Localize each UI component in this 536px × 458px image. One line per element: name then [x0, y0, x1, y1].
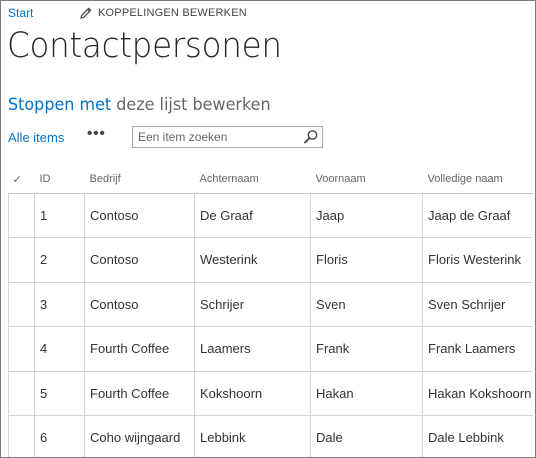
cell-full-name: Floris Westerink — [422, 237, 533, 283]
cell-last-name: Westerink — [194, 237, 311, 283]
page-frame: Start KOPPELINGEN BEWERKEN Contactperson… — [0, 0, 536, 458]
column-header-id[interactable]: ID — [34, 166, 85, 194]
cell-company: Contoso — [84, 237, 195, 283]
row-select-cell[interactable] — [8, 326, 35, 372]
table-row[interactable]: 6 Coho wijngaard Lebbink Dale Dale Lebbi… — [8, 415, 533, 457]
contacts-list-table: ✓ ID Bedrijf Achternaam Voornaam Volledi… — [8, 166, 533, 457]
more-options-icon[interactable]: ••• — [87, 125, 106, 142]
cell-full-name: Jaap de Graaf — [422, 193, 533, 238]
cell-first-name: Frank — [310, 326, 423, 372]
row-select-cell[interactable] — [8, 237, 35, 283]
cell-id: 1 — [34, 193, 85, 238]
row-select-cell[interactable] — [8, 282, 35, 327]
cell-full-name: Hakan Kokshoorn — [422, 371, 533, 416]
table-row[interactable]: 3 Contoso Schrijer Sven Sven Schrijer — [8, 282, 533, 327]
cell-first-name: Dale — [310, 415, 423, 457]
table-header-row: ✓ ID Bedrijf Achternaam Voornaam Volledi… — [8, 166, 533, 194]
select-all-checkmark-icon[interactable]: ✓ — [8, 166, 35, 194]
edit-links-label: KOPPELINGEN BEWERKEN — [98, 7, 247, 19]
cell-id: 4 — [34, 326, 85, 372]
cell-last-name: De Graaf — [194, 193, 311, 238]
cell-company: Coho wijngaard — [84, 415, 195, 457]
table-row[interactable]: 2 Contoso Westerink Floris Floris Wester… — [8, 237, 533, 283]
cell-full-name: Frank Laamers — [422, 326, 533, 372]
edit-links-button[interactable]: KOPPELINGEN BEWERKEN — [80, 7, 247, 19]
cell-first-name: Floris — [310, 237, 423, 283]
table-row[interactable]: 1 Contoso De Graaf Jaap Jaap de Graaf — [8, 193, 533, 238]
top-link-bar: Start KOPPELINGEN BEWERKEN — [8, 5, 247, 21]
search-box — [132, 126, 323, 148]
cell-last-name: Laamers — [194, 326, 311, 372]
column-header-first-name[interactable]: Voornaam — [310, 166, 423, 194]
cell-company: Contoso — [84, 193, 195, 238]
cell-first-name: Jaap — [310, 193, 423, 238]
view-bar: Alle items ••• — [8, 125, 528, 149]
cell-id: 6 — [34, 415, 85, 457]
start-link[interactable]: Start — [8, 6, 33, 20]
page-title: Contactpersonen — [7, 26, 282, 66]
table-row[interactable]: 5 Fourth Coffee Kokshoorn Hakan Hakan Ko… — [8, 371, 533, 416]
cell-id: 3 — [34, 282, 85, 327]
row-select-cell[interactable] — [8, 371, 35, 416]
stop-editing-text: deze lijst bewerken — [111, 95, 271, 115]
search-input[interactable] — [133, 127, 293, 147]
cell-company: Contoso — [84, 282, 195, 327]
cell-company: Fourth Coffee — [84, 326, 195, 372]
table-row[interactable]: 4 Fourth Coffee Laamers Frank Frank Laam… — [8, 326, 533, 372]
cell-company: Fourth Coffee — [84, 371, 195, 416]
cell-last-name: Kokshoorn — [194, 371, 311, 416]
cell-last-name: Lebbink — [194, 415, 311, 457]
column-header-company[interactable]: Bedrijf — [84, 166, 195, 194]
pencil-icon — [80, 7, 92, 19]
stop-editing-link[interactable]: Stoppen met — [8, 95, 111, 115]
cell-full-name: Dale Lebbink — [422, 415, 533, 457]
cell-first-name: Sven — [310, 282, 423, 327]
row-select-cell[interactable] — [8, 415, 35, 457]
cell-full-name: Sven Schrijer — [422, 282, 533, 327]
cell-id: 5 — [34, 371, 85, 416]
row-select-cell[interactable] — [8, 193, 35, 238]
cell-id: 2 — [34, 237, 85, 283]
search-button[interactable] — [302, 129, 320, 145]
all-items-view-link[interactable]: Alle items — [8, 130, 64, 145]
cell-first-name: Hakan — [310, 371, 423, 416]
search-icon — [304, 130, 318, 144]
stop-editing-line: Stoppen met deze lijst bewerken — [8, 95, 271, 115]
column-header-full-name[interactable]: Volledige naam — [422, 166, 533, 194]
column-header-last-name[interactable]: Achternaam — [194, 166, 311, 194]
cell-last-name: Schrijer — [194, 282, 311, 327]
